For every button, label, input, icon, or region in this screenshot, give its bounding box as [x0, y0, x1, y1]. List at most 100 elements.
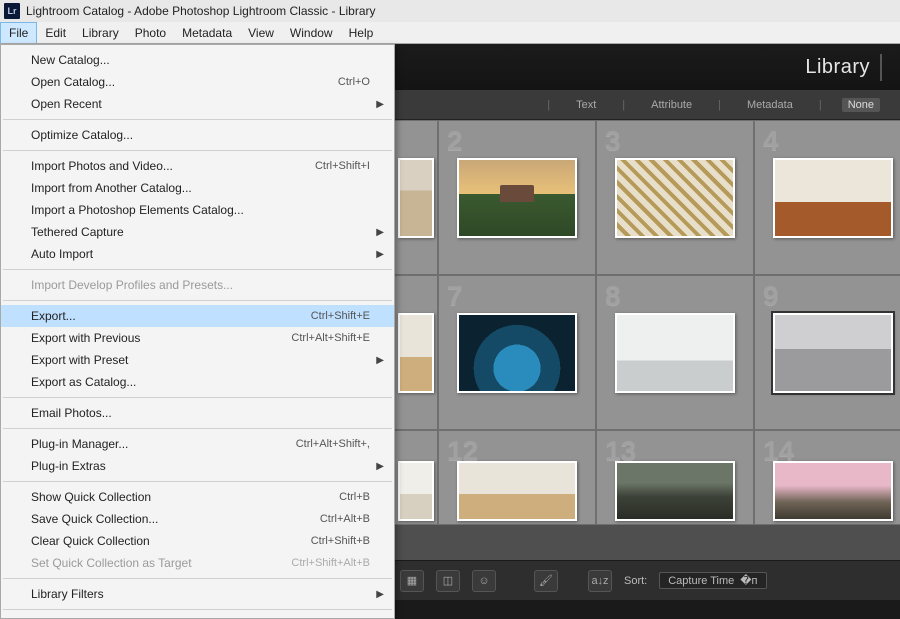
menu-item-label: Save Quick Collection...: [31, 512, 158, 526]
menu-item-import-photos-and-video[interactable]: Import Photos and Video... Ctrl+Shift+I: [1, 155, 394, 177]
cell-index: 13: [605, 435, 636, 467]
photo-thumbnail[interactable]: [398, 461, 434, 521]
menu-item-import-from-another-catalog[interactable]: Import from Another Catalog...: [1, 177, 394, 199]
menu-item-show-quick-collection[interactable]: Show Quick Collection Ctrl+B: [1, 486, 394, 508]
window-titlebar: Lr Lightroom Catalog - Adobe Photoshop L…: [0, 0, 900, 22]
menu-item-label: Library Filters: [31, 587, 104, 601]
chevron-updown-icon: �п: [740, 574, 757, 587]
thumbnail-cell[interactable]: 9: [754, 275, 900, 430]
menu-shortcut: Ctrl+Shift+I: [315, 160, 370, 172]
photo-thumbnail[interactable]: [457, 313, 577, 393]
thumbnail-cell[interactable]: 3: [596, 120, 754, 275]
thumbnail-cell[interactable]: [390, 275, 438, 430]
menu-item-import-develop-profiles-and-presets: Import Develop Profiles and Presets...: [1, 274, 394, 296]
menu-metadata[interactable]: Metadata: [174, 22, 240, 43]
menu-separator: [3, 397, 392, 398]
photo-thumbnail[interactable]: [615, 461, 735, 521]
cell-index: 12: [447, 435, 478, 467]
chevron-right-icon: ▶: [376, 249, 384, 260]
menu-item-clear-quick-collection[interactable]: Clear Quick CollectionCtrl+Shift+B: [1, 530, 394, 552]
window-title: Lightroom Catalog - Adobe Photoshop Ligh…: [26, 4, 376, 18]
menu-item-label: New Catalog...: [31, 53, 110, 67]
menu-item-open-recent[interactable]: Open Recent ▶: [1, 93, 394, 115]
photo-thumbnail[interactable]: [398, 158, 434, 238]
menu-shortcut: Ctrl+Shift+B: [311, 535, 370, 547]
menu-item-label: Show Quick Collection: [31, 490, 151, 504]
menu-item-save-quick-collection[interactable]: Save Quick Collection... Ctrl+Alt+B: [1, 508, 394, 530]
photo-thumbnail[interactable]: [615, 313, 735, 393]
photo-thumbnail[interactable]: [398, 313, 434, 393]
menu-item-optimize-catalog[interactable]: Optimize Catalog...: [1, 124, 394, 146]
grid-view-icon[interactable]: ▦: [400, 570, 424, 592]
menu-item-label: Auto Import: [31, 247, 93, 261]
menu-item-tethered-capture[interactable]: Tethered Capture▶: [1, 221, 394, 243]
menu-help[interactable]: Help: [341, 22, 382, 43]
menu-photo[interactable]: Photo: [127, 22, 174, 43]
menu-item-label: Import Photos and Video...: [31, 159, 173, 173]
menu-item-export[interactable]: Export...Ctrl+Shift+E: [1, 305, 394, 327]
menu-item-label: Tethered Capture: [31, 225, 124, 239]
menu-item-export-with-previous[interactable]: Export with PreviousCtrl+Alt+Shift+E: [1, 327, 394, 349]
menu-item-label: Open Recent: [31, 97, 102, 111]
menu-file[interactable]: File: [0, 22, 37, 43]
thumbnail-cell[interactable]: 2: [438, 120, 596, 275]
compare-view-icon[interactable]: ◫: [436, 570, 460, 592]
menu-item-label: Plug-in Extras: [31, 459, 106, 473]
people-view-icon[interactable]: ☺: [472, 570, 496, 592]
thumbnail-cell[interactable]: [390, 120, 438, 275]
menu-separator: [3, 428, 392, 429]
thumbnail-cell[interactable]: 12: [438, 430, 596, 525]
menu-separator: [3, 578, 392, 579]
menu-item-label: Export with Preset: [31, 353, 128, 367]
photo-thumbnail[interactable]: [773, 158, 893, 238]
photo-thumbnail[interactable]: [615, 158, 735, 238]
thumbnail-cell[interactable]: 13: [596, 430, 754, 525]
thumbnail-cell[interactable]: 8: [596, 275, 754, 430]
filter-attribute[interactable]: Attribute: [645, 98, 698, 112]
menu-item-import-a-photoshop-elements-catalog[interactable]: Import a Photoshop Elements Catalog...: [1, 199, 394, 221]
menu-item-export-as-catalog[interactable]: Export as Catalog...: [1, 371, 394, 393]
painter-spray-icon[interactable]: 🖌: [534, 570, 558, 592]
cell-index: 2: [447, 125, 463, 157]
photo-thumbnail[interactable]: [457, 158, 577, 238]
thumbnail-cell[interactable]: 7: [438, 275, 596, 430]
separator: |: [813, 98, 828, 112]
menu-item-new-catalog[interactable]: New Catalog...: [1, 49, 394, 71]
filter-metadata[interactable]: Metadata: [741, 98, 799, 112]
thumbnail-cell[interactable]: [390, 430, 438, 525]
sort-direction-icon[interactable]: a↓z: [588, 570, 612, 592]
file-menu-dropdown[interactable]: New Catalog...Open Catalog...Ctrl+OOpen …: [0, 44, 395, 619]
menu-item-plug-in-manager[interactable]: Plug-in Manager...Ctrl+Alt+Shift+,: [1, 433, 394, 455]
menu-shortcut: Ctrl+Shift+Alt+B: [291, 557, 370, 569]
chevron-right-icon: ▶: [376, 99, 384, 110]
menu-edit[interactable]: Edit: [37, 22, 74, 43]
sort-dropdown[interactable]: Capture Time �п: [659, 572, 766, 589]
cell-index: 3: [605, 125, 621, 157]
photo-thumbnail[interactable]: [773, 461, 893, 521]
photo-thumbnail[interactable]: [773, 313, 893, 393]
filter-none[interactable]: None: [842, 98, 880, 112]
menu-separator: [3, 481, 392, 482]
app-icon: Lr: [4, 3, 20, 19]
module-label-library[interactable]: Library: [805, 54, 882, 81]
menu-item-plug-in-extras[interactable]: Plug-in Extras▶: [1, 455, 394, 477]
menu-item-open-catalog[interactable]: Open Catalog...Ctrl+O: [1, 71, 394, 93]
cell-index: 7: [447, 280, 463, 312]
menu-item-library-filters[interactable]: Library Filters▶: [1, 583, 394, 605]
thumbnail-cell[interactable]: 4: [754, 120, 900, 275]
menu-item-auto-import[interactable]: Auto Import ▶: [1, 243, 394, 265]
cell-index: 14: [763, 435, 794, 467]
menu-item-label: Export with Previous: [31, 331, 140, 345]
photo-thumbnail[interactable]: [457, 461, 577, 521]
menu-item-email-photos[interactable]: Email Photos...: [1, 402, 394, 424]
menu-view[interactable]: View: [240, 22, 282, 43]
menu-window[interactable]: Window: [282, 22, 341, 43]
menubar: FileEditLibraryPhotoMetadataViewWindowHe…: [0, 22, 900, 44]
menu-item-export-with-preset[interactable]: Export with Preset▶: [1, 349, 394, 371]
menu-library[interactable]: Library: [74, 22, 127, 43]
menu-shortcut: Ctrl+Alt+B: [320, 513, 370, 525]
filter-text[interactable]: Text: [570, 98, 602, 112]
menu-item-label: Export...: [31, 309, 76, 323]
menu-shortcut: Ctrl+B: [339, 491, 370, 503]
thumbnail-cell[interactable]: 14: [754, 430, 900, 525]
